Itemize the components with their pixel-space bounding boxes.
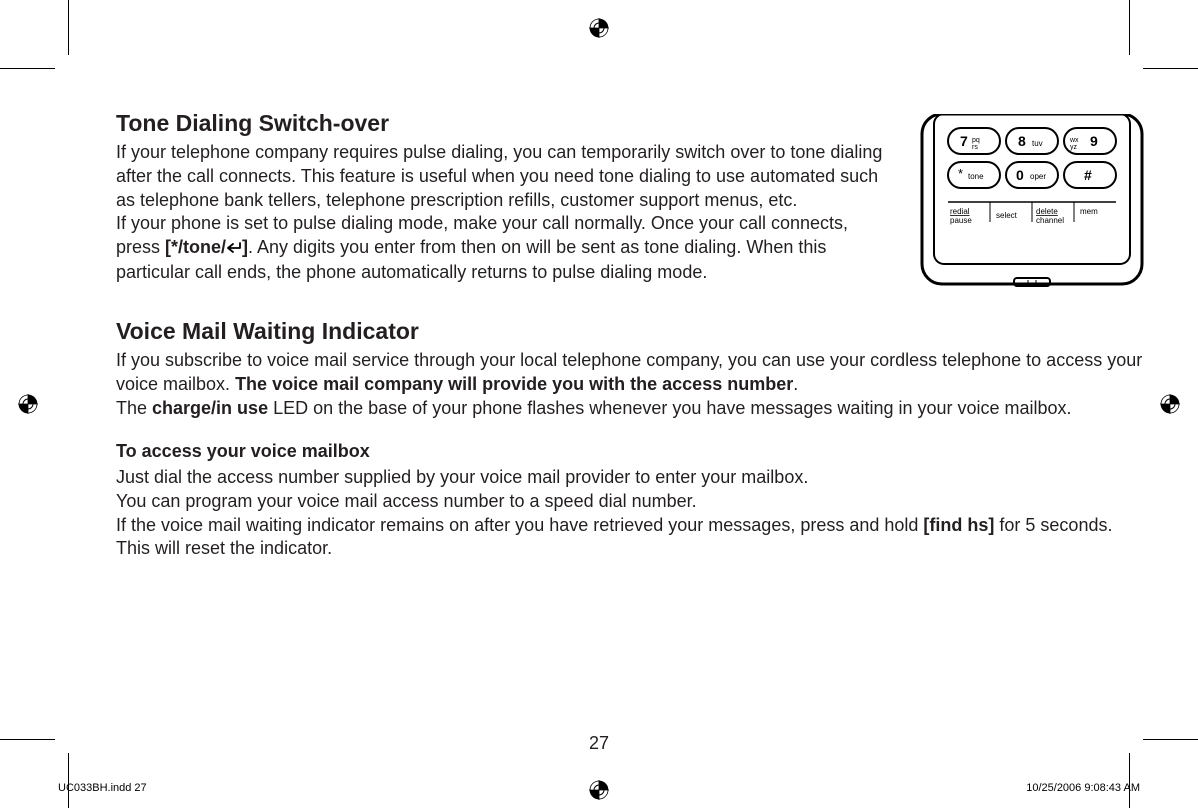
paragraph: You can program your voice mail access n… [116,490,1146,514]
text-run: The [116,398,152,418]
crop-mark [68,0,69,55]
heading-voice-mail: Voice Mail Waiting Indicator [116,318,1146,345]
text-run: If the voice mail waiting indicator rema… [116,515,923,535]
subheading-access-mailbox: To access your voice mailbox [116,440,1146,464]
svg-text:tone: tone [968,172,984,181]
section-voice-mail: Voice Mail Waiting Indicator If you subs… [116,318,1146,561]
svg-text:0: 0 [1016,167,1024,183]
svg-text:redial: redial [950,207,970,216]
registration-mark-icon [18,394,38,414]
crop-mark [0,68,55,69]
svg-text:yz: yz [1070,144,1078,151]
key-label: [*/tone/] [165,237,248,257]
crop-mark [1129,753,1130,808]
footer-filename: UC033BH.indd 27 [58,782,147,794]
print-footer: UC033BH.indd 27 10/25/2006 9:08:43 AM [58,782,1140,794]
svg-text:pq: pq [972,137,980,144]
crop-mark [68,753,69,808]
svg-text:select: select [996,211,1018,220]
text-run: LED on the base of your phone flashes wh… [268,398,1071,418]
svg-text:9: 9 [1090,133,1098,149]
text-run-bold: charge/in use [152,398,268,418]
heading-tone-dialing: Tone Dialing Switch-over [116,110,886,137]
svg-text:delete: delete [1036,207,1058,216]
body-text: If your telephone company requires pulse… [116,141,886,285]
svg-text:tuv: tuv [1032,139,1043,148]
svg-text:#: # [1084,167,1092,183]
text-run: . [793,374,798,394]
page-content: 7 pqrs 8 tuv wxyz 9 * tone 0 oper # redial pa… [116,110,1146,561]
svg-text:oper: oper [1030,172,1046,181]
registration-mark-icon [589,18,609,38]
svg-text:pause: pause [950,216,972,225]
paragraph: The charge/in use LED on the base of you… [116,397,1146,421]
svg-text:wx: wx [1069,137,1079,144]
text-run: [*/tone/ [165,237,226,257]
crop-mark [1143,68,1198,69]
back-arrow-icon [226,237,242,261]
page-number: 27 [0,733,1198,754]
paragraph: If your telephone company requires pulse… [116,141,886,212]
svg-text:channel: channel [1036,216,1064,225]
phone-keypad-illustration: 7 pqrs 8 tuv wxyz 9 * tone 0 oper # redial pa… [918,114,1146,294]
svg-text:7: 7 [960,133,968,149]
key-label: [find hs] [923,515,994,535]
crop-mark [1129,0,1130,55]
paragraph: Just dial the access number supplied by … [116,466,1146,490]
footer-timestamp: 10/25/2006 9:08:43 AM [1026,782,1140,794]
body-text: If you subscribe to voice mail service t… [116,349,1146,561]
paragraph: If your phone is set to pulse dialing mo… [116,212,886,284]
svg-text:*: * [958,166,963,181]
svg-text:8: 8 [1018,133,1026,149]
paragraph: If the voice mail waiting indicator rema… [116,514,1146,562]
registration-mark-icon [1160,394,1180,414]
text-run-bold: The voice mail company will provide you … [235,374,793,394]
paragraph: If you subscribe to voice mail service t… [116,349,1146,397]
svg-text:mem: mem [1080,207,1098,216]
svg-text:rs: rs [972,144,978,151]
section-tone-dialing: Tone Dialing Switch-over If your telepho… [116,110,886,285]
